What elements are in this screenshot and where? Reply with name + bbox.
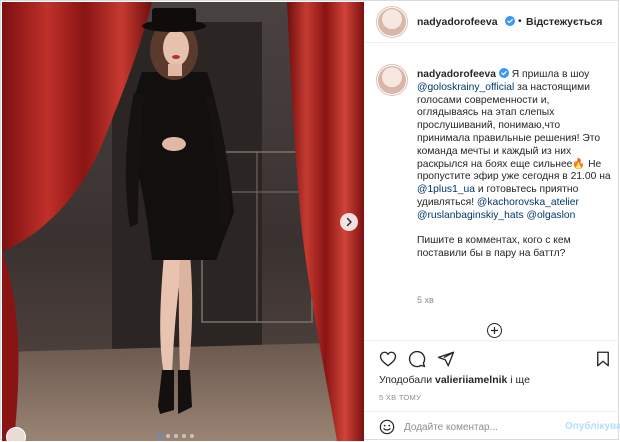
caption-text-segment: Я пришла в шоу [511,69,590,80]
caption-author-avatar[interactable] [378,66,406,94]
carousel-dot [190,434,194,438]
header-separator: • [518,15,522,27]
heart-icon[interactable] [379,350,397,368]
caption-timestamp: 5 хв [417,295,434,305]
tagged-user-avatar[interactable] [6,427,26,441]
carousel-dot [182,434,186,438]
caption-mention-link[interactable]: @kachorovska_atelier [477,197,579,208]
likes-summary: Уподобали valieriiamelnik і ще [379,374,530,386]
caption-mention-link[interactable]: @goloskrainy_official [417,82,514,93]
bookmark-icon[interactable] [594,350,612,368]
caption-text-segment: за настоящими голосами современности и, … [417,81,611,183]
author-username[interactable]: nadyadorofeeva [417,16,498,28]
photo-illustration [2,2,364,441]
caption-text: Я пришла в шоу @goloskrainy_official за … [417,69,611,221]
likes-prefix: Уподобали [379,374,435,386]
post-actions [364,340,619,375]
next-slide-button[interactable] [340,213,358,231]
add-comment-bar: Опублікувати [364,411,620,442]
carousel-dot [158,434,162,438]
comments-section: nadyadorofeeva Я пришла в шоу @goloskrai… [364,43,619,339]
likes-others[interactable]: і ще [507,374,530,386]
caption-mention-link[interactable]: @1plus1_ua [417,184,475,195]
verified-badge-icon [505,16,515,26]
post-sidebar: nadyadorofeeva • Відстежується nadyadoro… [364,2,620,442]
post-caption: nadyadorofeeva Я пришла в шоу @goloskrai… [417,68,612,261]
author-avatar[interactable] [378,8,406,36]
caption-author-username[interactable]: nadyadorofeeva [417,69,496,80]
caption-first-paragraph: nadyadorofeeva Я пришла в шоу @goloskrai… [417,68,612,223]
post-card: nadyadorofeeva • Відстежується nadyadoro… [0,0,620,442]
following-button[interactable]: Відстежується [526,16,602,28]
carousel-indicator [158,434,194,438]
verified-badge-icon [498,68,509,78]
caption-second-paragraph: Пишите в комментах, кого с кем поставили… [417,235,571,260]
publish-comment-button[interactable]: Опублікувати [565,421,620,432]
caption-mention-link[interactable]: @olgaslon [527,210,576,221]
load-more-comments-button[interactable] [487,323,502,338]
post-timestamp[interactable]: 5 ХВ ТОМУ [379,393,421,402]
post-header: nadyadorofeeva • Відстежується [364,2,619,43]
emoji-icon[interactable] [379,419,395,435]
caption-mention-link[interactable]: @ruslanbaginskiy_hats [417,210,524,221]
carousel-dot [174,434,178,438]
comment-input[interactable] [404,419,559,435]
carousel-dot [166,434,170,438]
comment-icon[interactable] [408,350,426,368]
share-icon[interactable] [437,350,455,368]
plus-circle-icon [491,327,498,334]
chevron-right-icon [346,217,352,227]
caption-gap [417,223,612,236]
liked-by-username[interactable]: valieriiamelnik [435,374,507,386]
post-photo[interactable] [2,2,364,441]
